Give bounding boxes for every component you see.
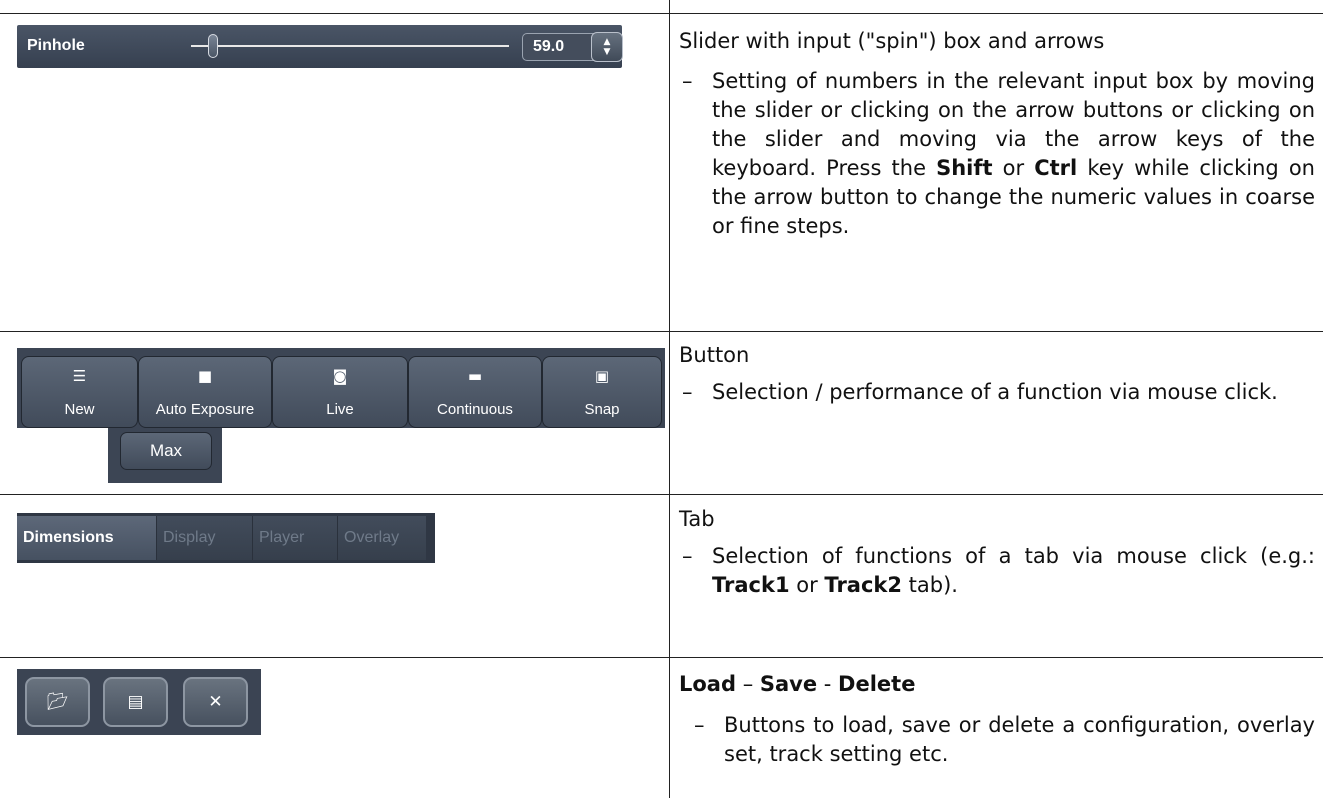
tab-overlay[interactable]: Overlay	[337, 516, 426, 560]
slider-description: – Setting of numbers in the relevant inp…	[679, 67, 1315, 241]
bullet-dash: –	[682, 544, 693, 568]
row-divider	[0, 657, 1323, 658]
row-divider	[0, 494, 1323, 495]
tab-title: Tab	[679, 507, 715, 531]
track1-text: Track1	[712, 573, 790, 597]
lsd-description: – Buttons to load, save or delete a conf…	[679, 711, 1315, 769]
max-button[interactable]: Max	[120, 432, 212, 470]
column-divider	[669, 0, 670, 798]
auto-exposure-label: Auto Exposure	[155, 401, 255, 418]
snap-camera-icon: ▣	[594, 367, 610, 385]
arrow-down-icon[interactable]: ▼	[592, 47, 622, 57]
shift-key-text: Shift	[936, 156, 993, 180]
bullet-dash: –	[682, 69, 693, 93]
lsd-description-cell: Load – Save - Delete – Buttons to load, …	[679, 670, 1315, 769]
separator: –	[736, 672, 760, 696]
track2-text: Track2	[824, 573, 902, 597]
arrow-up-icon[interactable]: ▲	[592, 37, 622, 47]
save-text: Save	[759, 672, 818, 696]
bullet-dash: –	[694, 713, 705, 737]
button-title: Button	[679, 343, 750, 367]
pinhole-value: 59.0	[533, 38, 565, 55]
tab-display[interactable]: Display	[156, 516, 252, 560]
camera-icon: ■	[197, 367, 213, 385]
load-text: Load	[679, 672, 737, 696]
slider-description-cell: Slider with input ("spin") box and arrow…	[679, 27, 1315, 241]
video-camera-icon: ▬	[467, 367, 483, 385]
delete-text: Delete	[838, 672, 916, 696]
row-divider	[0, 331, 1323, 332]
continuous-button-label: Continuous	[437, 401, 513, 418]
save-disk-icon: ▤	[127, 692, 144, 712]
button-description: – Selection / performance of a function …	[679, 378, 1315, 407]
row-divider	[0, 13, 1323, 14]
tab-description-cell: Tab – Selection of functions of a tab vi…	[679, 505, 1315, 600]
delete-button[interactable]: ✕	[183, 677, 248, 727]
close-icon: ✕	[208, 692, 223, 712]
pinhole-label: Pinhole	[27, 37, 85, 54]
max-button-panel: Max	[108, 428, 222, 483]
new-button[interactable]: ☰ New	[21, 356, 138, 428]
desc-text: Selection of functions of a tab via mous…	[712, 544, 1315, 568]
continuous-button[interactable]: ▬ Continuous	[408, 356, 542, 428]
acquisition-button-bar: ☰ New ■ Auto Exposure ◙ Live ▬ Continuou…	[17, 348, 665, 428]
tab-player[interactable]: Player	[252, 516, 337, 560]
tab-dimensions[interactable]: Dimensions	[17, 516, 156, 560]
load-save-delete-bar: 📂︎ ▤ ✕	[17, 669, 261, 735]
lsd-title: Load – Save - Delete	[679, 670, 1315, 699]
save-button[interactable]: ▤	[103, 677, 168, 727]
ctrl-key-text: Ctrl	[1034, 156, 1078, 180]
slider-title: Slider with input ("spin") box and arrow…	[679, 29, 1105, 53]
tab-bar: Dimensions Display Player Overlay	[17, 513, 435, 563]
live-video-icon: ◙	[332, 367, 348, 385]
menu-lines-icon: ☰	[72, 367, 87, 385]
snap-button[interactable]: ▣ Snap	[542, 356, 662, 428]
folder-open-icon: 📂︎	[46, 692, 69, 712]
slider-track[interactable]	[191, 45, 509, 47]
live-button[interactable]: ◙ Live	[272, 356, 408, 428]
bullet-dash: –	[682, 380, 693, 404]
desc-text: or	[992, 156, 1035, 180]
new-button-label: New	[64, 401, 95, 418]
snap-button-label: Snap	[584, 401, 620, 418]
live-button-label: Live	[326, 401, 354, 418]
desc-text: or	[789, 573, 825, 597]
load-button[interactable]: 📂︎	[25, 677, 90, 727]
slider-thumb[interactable]	[208, 34, 219, 58]
separator: -	[817, 672, 839, 696]
desc-text: tab).	[902, 573, 958, 597]
desc-text: Selection / performance of a function vi…	[712, 380, 1278, 404]
button-description-cell: Button – Selection / performance of a fu…	[679, 341, 1315, 407]
spin-arrows-button[interactable]: ▲ ▼	[591, 32, 623, 62]
pinhole-slider-widget: Pinhole 59.0 ▲ ▼	[17, 25, 623, 68]
tab-description: – Selection of functions of a tab via mo…	[679, 542, 1315, 600]
auto-exposure-button[interactable]: ■ Auto Exposure	[138, 356, 272, 428]
desc-text: Buttons to load, save or delete a config…	[724, 713, 1315, 766]
